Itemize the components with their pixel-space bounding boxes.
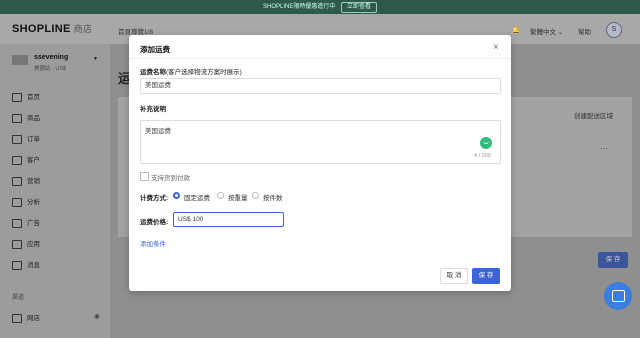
modal-divider bbox=[129, 58, 511, 59]
sidebar-item-online-store[interactable]: 网店 bbox=[12, 312, 40, 323]
home-icon bbox=[12, 92, 22, 102]
sidebar-item-marketing[interactable]: 营销 bbox=[12, 175, 40, 186]
language-select[interactable]: 繁體中文 ⌄ bbox=[530, 26, 563, 36]
add-condition-link[interactable]: 添加条件 bbox=[140, 238, 166, 248]
radio-by-weight-label[interactable]: 按重量 bbox=[228, 192, 248, 202]
bell-icon[interactable]: 🔔 bbox=[512, 26, 520, 34]
cancel-button[interactable]: 取 消 bbox=[440, 268, 468, 284]
promo-banner: SHOPLINE限時優惠進行中 立即查看 bbox=[0, 0, 640, 14]
shipping-name-input[interactable]: 美国运费 bbox=[140, 78, 501, 94]
sidebar-item-apps[interactable]: 应用 bbox=[12, 238, 40, 249]
radio-by-quantity-label[interactable]: 按件数 bbox=[263, 192, 283, 202]
sidebar-item-customers[interactable]: 客户 bbox=[12, 154, 40, 165]
help-link[interactable]: 幫助 bbox=[578, 26, 591, 36]
eye-icon[interactable]: ◉ bbox=[94, 312, 100, 320]
logo-text: SHOPLINE bbox=[12, 23, 71, 35]
price-input[interactable]: US$ 100 bbox=[173, 212, 284, 227]
background-save-button[interactable]: 保 存 bbox=[598, 252, 628, 268]
store-dropdown-icon[interactable]: ▾ bbox=[94, 55, 97, 62]
store-thumbnail bbox=[12, 55, 28, 65]
cod-checkbox[interactable] bbox=[140, 172, 149, 181]
price-label: 运费价格: bbox=[140, 219, 169, 226]
analytics-icon bbox=[12, 197, 22, 207]
apps-icon bbox=[12, 239, 22, 249]
store-name[interactable]: ssevening bbox=[34, 54, 68, 61]
save-button[interactable]: 保 存 bbox=[472, 268, 500, 284]
sidebar-item-products[interactable]: 商品 bbox=[12, 112, 40, 123]
char-counter: 4 / 300 bbox=[474, 153, 491, 159]
radio-by-quantity[interactable] bbox=[252, 192, 259, 199]
modal-title: 添加运费 bbox=[140, 45, 170, 54]
billing-method-label: 计费方式: bbox=[140, 195, 169, 202]
sidebar-item-messages[interactable]: 消息 bbox=[12, 259, 40, 270]
create-zone-link[interactable]: 创建配送区域 bbox=[574, 110, 613, 120]
marketing-icon bbox=[12, 176, 22, 186]
more-icon[interactable]: ··· bbox=[600, 144, 608, 153]
description-textarea[interactable]: 美国运费 bbox=[140, 120, 501, 164]
store-icon bbox=[12, 313, 22, 323]
sidebar-item-ads[interactable]: 广告 bbox=[12, 217, 40, 228]
promo-banner-button[interactable]: 立即查看 bbox=[341, 2, 378, 13]
cod-checkbox-label: 支持货到付款 bbox=[151, 175, 190, 182]
ads-icon bbox=[12, 218, 22, 228]
sidebar-section-channels: 渠道 bbox=[12, 295, 25, 301]
message-icon bbox=[12, 260, 22, 270]
description-label: 补充说明 bbox=[140, 106, 166, 113]
avatar[interactable]: S bbox=[606, 22, 622, 38]
radio-by-weight[interactable] bbox=[217, 192, 224, 199]
close-icon[interactable]: × bbox=[493, 42, 499, 53]
product-icon bbox=[12, 113, 22, 123]
sidebar-item-home[interactable]: 首页 bbox=[12, 91, 40, 102]
store-sub: 美國站 · US$ bbox=[34, 66, 67, 72]
radio-fixed-fee-label[interactable]: 固定运费 bbox=[184, 192, 210, 202]
sidebar-item-orders[interactable]: 订单 bbox=[12, 133, 40, 144]
radio-fixed-fee[interactable] bbox=[173, 192, 180, 199]
logo-sub: 商店 bbox=[73, 24, 93, 34]
emoji-icon[interactable] bbox=[480, 137, 492, 149]
sidebar-item-analytics[interactable]: 分析 bbox=[12, 196, 40, 207]
shipping-name-label: 运费名称(客户选择物流方案时展示) bbox=[140, 69, 242, 76]
order-icon bbox=[12, 134, 22, 144]
promo-banner-text: SHOPLINE限時優惠進行中 bbox=[262, 4, 336, 10]
logo: SHOPLINE 商店 bbox=[12, 22, 92, 35]
chat-icon[interactable] bbox=[604, 282, 632, 310]
customer-icon bbox=[12, 155, 22, 165]
